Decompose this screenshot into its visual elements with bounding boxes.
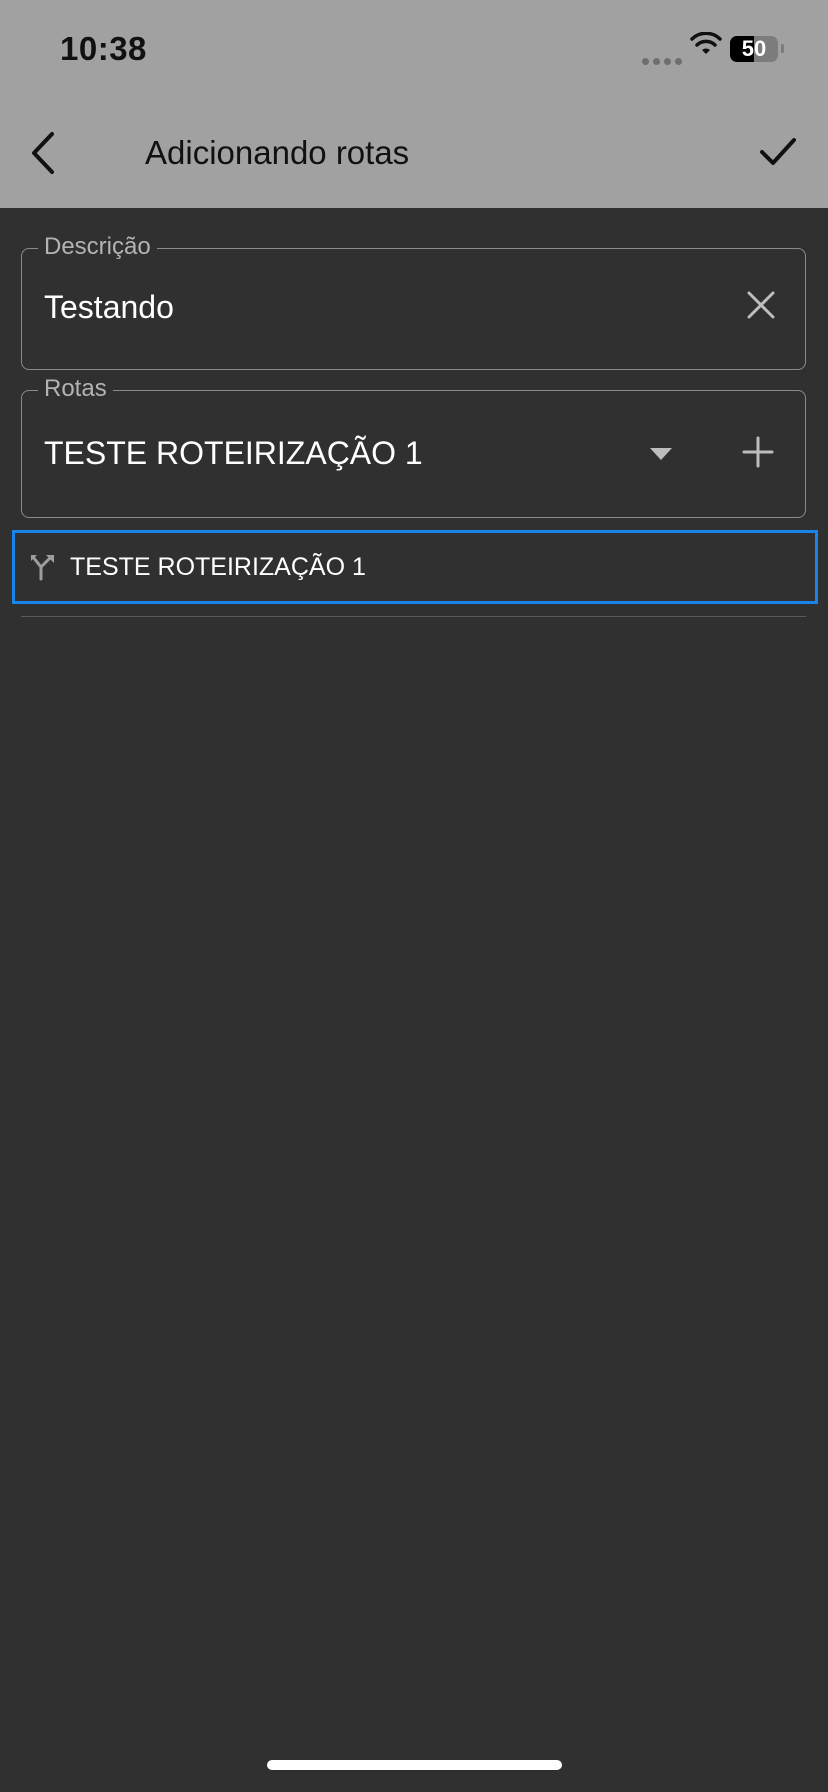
descricao-field[interactable]: Descrição Testando: [21, 233, 806, 370]
wifi-icon: [690, 32, 722, 54]
check-icon: [760, 138, 796, 165]
rotas-field[interactable]: Rotas TESTE ROTEIRIZAÇÃO 1: [21, 375, 806, 518]
clear-button[interactable]: [745, 289, 777, 321]
status-icons: 50: [642, 32, 792, 65]
chevron-left-icon: [32, 132, 54, 174]
route-list-item-label: TESTE ROTEIRIZAÇÃO 1: [70, 553, 366, 581]
close-icon: [747, 291, 775, 319]
home-indicator[interactable]: [267, 1760, 562, 1770]
battery-icon: 50: [730, 36, 778, 62]
confirm-button[interactable]: [754, 132, 802, 172]
page-title: Adicionando rotas: [145, 134, 410, 171]
add-route-button[interactable]: [741, 435, 775, 469]
route-list-item[interactable]: TESTE ROTEIRIZAÇÃO 1: [12, 530, 818, 604]
descricao-label: Descrição: [38, 233, 157, 261]
rotas-label: Rotas: [38, 375, 113, 403]
divider: [21, 616, 806, 617]
top-bar: 10:38 50 Adicionando rotas: [0, 0, 828, 208]
descricao-input[interactable]: Testando: [44, 289, 174, 326]
plus-icon: [742, 436, 774, 468]
route-fork-icon: [31, 555, 54, 581]
battery-level: 50: [741, 36, 767, 61]
caret-down-icon: [650, 448, 672, 460]
back-button[interactable]: [24, 128, 64, 178]
dropdown-button[interactable]: [649, 447, 673, 461]
rotas-select[interactable]: TESTE ROTEIRIZAÇÃO 1: [44, 435, 423, 472]
status-time: 10:38: [60, 30, 147, 67]
cellular-signal-icon: [642, 52, 686, 70]
